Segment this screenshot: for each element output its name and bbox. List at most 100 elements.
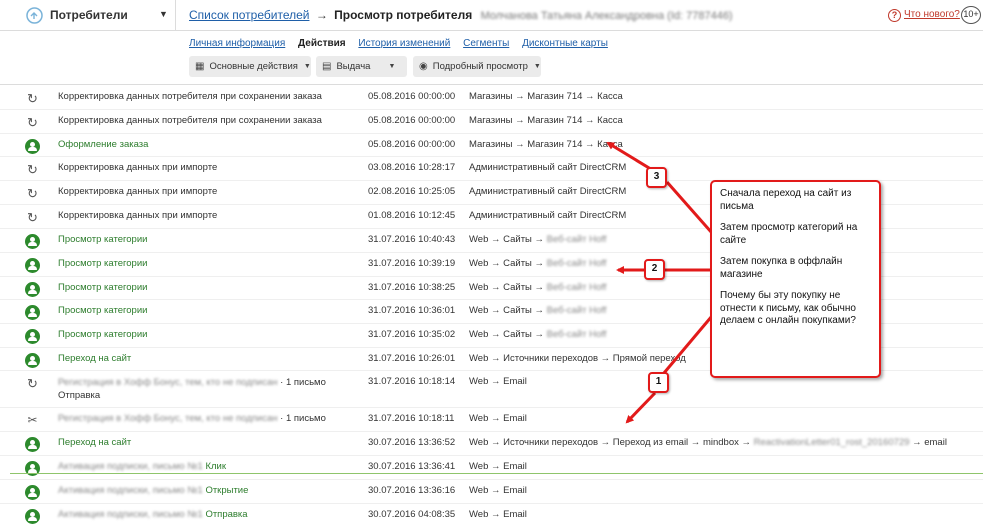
- row-divider: [0, 407, 983, 408]
- table-row[interactable]: ↻ Регистрация в Хофф Бонус, тем, кто не п…: [0, 376, 983, 401]
- action-name: Корректировка данных потребителя при сох…: [58, 91, 322, 102]
- detailed-view-dropdown[interactable]: ◉ Подробный просмотр ▼: [413, 56, 541, 77]
- row-divider: [0, 156, 983, 157]
- action-source: Магазины → Магазин 714 → Касса: [469, 115, 623, 126]
- action-name: Корректировка данных при импорте: [58, 162, 217, 173]
- action-name: Регистрация в Хофф Бонус, тем, кто не по…: [58, 413, 326, 424]
- whats-new-link[interactable]: Что нового?: [904, 9, 960, 20]
- recycle-icon: ↻: [27, 115, 38, 130]
- action-source: Web → Сайты → Веб-сайт Hoff: [469, 282, 607, 293]
- callout-line-1: Сначала переход на сайт из письма: [720, 188, 852, 212]
- action-name[interactable]: Просмотр категории: [58, 258, 147, 269]
- action-source: Web → Email: [469, 485, 527, 496]
- issue-dropdown[interactable]: ▤ Выдача ▼: [316, 56, 407, 77]
- action-name-hidden: Регистрация в Хофф Бонус, тем, кто не по…: [58, 377, 278, 388]
- eye-icon: ◉: [419, 61, 428, 72]
- highlight-divider: [10, 473, 983, 474]
- action-name-text: · 1 письмо: [280, 413, 326, 424]
- action-name[interactable]: Просмотр категории: [58, 282, 147, 293]
- action-name-text: Отправка: [205, 509, 248, 520]
- user-icon: [25, 329, 40, 344]
- callout-line-3: Затем покупка в оффлайн магазине: [720, 256, 843, 280]
- action-name[interactable]: Активация подписки, письмо №1 Клик: [58, 461, 226, 472]
- action-name-text: Корректировка данных при импорте: [58, 186, 218, 197]
- action-date: 31.07.2016 10:18:11: [368, 413, 455, 424]
- annotation-marker-3: 3: [646, 167, 667, 188]
- action-name-text: Просмотр категории: [58, 282, 148, 293]
- action-name-hidden: Активация подписки, письмо №1: [58, 509, 203, 520]
- action-name[interactable]: Просмотр категории: [58, 234, 147, 245]
- action-source: Web → Email: [469, 509, 527, 520]
- action-date: 05.08.2016 00:00:00: [368, 115, 456, 126]
- action-name[interactable]: Просмотр категории: [58, 329, 147, 340]
- help-icon[interactable]: ?: [888, 9, 901, 22]
- recycle-icon: ↻: [27, 186, 38, 201]
- action-name-text: Корректировка данных потребителя при сох…: [58, 91, 322, 102]
- user-icon: [25, 234, 40, 249]
- annotation-marker-2: 2: [644, 259, 665, 280]
- action-name-text: Просмотр категории: [58, 329, 148, 340]
- action-source-hidden: ReactivationLetter01_rost_20160729: [753, 437, 910, 448]
- callout-line-2: Затем просмотр категорий на сайте: [720, 222, 858, 246]
- action-name-text: Оформление заказа: [58, 139, 149, 150]
- action-name[interactable]: Просмотр категории: [58, 305, 147, 316]
- tab-actions[interactable]: Действия: [298, 38, 346, 49]
- action-name-hidden: Активация подписки, письмо №1: [58, 461, 203, 472]
- action-source: Административный сайт DirectCRM: [469, 162, 627, 173]
- notifications-badge[interactable]: 10+: [961, 6, 981, 24]
- action-name[interactable]: Переход на сайт: [58, 437, 131, 448]
- action-name[interactable]: Переход на сайт: [58, 353, 131, 364]
- list-icon: ▤: [322, 61, 332, 72]
- action-date: 31.07.2016 10:40:43: [368, 234, 456, 245]
- tab-discount-cards[interactable]: Дисконтные карты: [522, 38, 608, 49]
- table-row[interactable]: Оформление заказа 05.08.2016 00:00:00 Мага…: [0, 139, 983, 161]
- action-name[interactable]: Активация подписки, письмо №1 Отправка: [58, 509, 248, 520]
- row-divider: [0, 479, 983, 480]
- callout-line-4: Почему бы эту покупку не отнести к письм…: [720, 290, 856, 326]
- action-date: 30.07.2016 13:36:41: [368, 461, 456, 472]
- action-source: Административный сайт DirectCRM: [469, 186, 627, 197]
- user-icon: [25, 139, 40, 154]
- action-source: Web → Email: [469, 376, 527, 387]
- action-date: 31.07.2016 10:18:14: [368, 376, 456, 387]
- tab-personal-info[interactable]: Личная информация: [189, 38, 285, 49]
- action-source: Web → Сайты → Веб-сайт Hoff: [469, 329, 607, 340]
- action-source: Web → Сайты → Веб-сайт Hoff: [469, 234, 607, 245]
- action-source: Web → Email: [469, 461, 527, 472]
- action-date: 03.08.2016 10:28:17: [368, 162, 456, 173]
- action-name-text: Просмотр категории: [58, 305, 148, 316]
- breadcrumb: Список потребителей → Просмотр потребите…: [189, 8, 733, 22]
- chevron-down-icon[interactable]: ▼: [159, 9, 168, 19]
- main-actions-dropdown[interactable]: ▦ Основные действия ▼: [189, 56, 311, 77]
- row-divider: [0, 431, 983, 432]
- app-switcher[interactable]: Потребители ▼: [0, 0, 176, 31]
- action-date: 31.07.2016 10:35:02: [368, 329, 456, 340]
- customer-tabs: Личная информация Действия История измен…: [189, 38, 618, 49]
- tab-segments[interactable]: Сегменты: [463, 38, 509, 49]
- action-source-hidden: Веб-сайт Hoff: [546, 234, 607, 245]
- action-source: Web → Источники переходов → Переход из e…: [469, 437, 947, 448]
- user-icon: [25, 305, 40, 320]
- breadcrumb-customers-link[interactable]: Список потребителей: [189, 8, 309, 22]
- detailed-view-label: Подробный просмотр: [432, 61, 528, 72]
- row-divider: [0, 133, 983, 134]
- action-name-text: Просмотр категории: [58, 258, 148, 269]
- annotation-marker-1: 1: [648, 372, 669, 393]
- action-name[interactable]: Активация подписки, письмо №1 Открытие: [58, 485, 248, 496]
- recycle-icon: ↻: [27, 376, 38, 391]
- chevron-down-icon: ▼: [533, 63, 541, 70]
- action-date: 02.08.2016 10:25:05: [368, 186, 456, 197]
- action-name: Корректировка данных потребителя при сох…: [58, 115, 322, 126]
- main-actions-label: Основные действия: [209, 61, 298, 72]
- action-date: 31.07.2016 10:39:19: [368, 258, 456, 269]
- tab-history[interactable]: История изменений: [358, 38, 450, 49]
- action-name[interactable]: Оформление заказа: [58, 139, 148, 150]
- table-row[interactable]: Активация подписки, письмо №1 Отправка 30…: [0, 509, 983, 525]
- action-source-hidden: Веб-сайт Hoff: [546, 305, 607, 316]
- action-name-text: Корректировка данных при импорте: [58, 162, 218, 173]
- row-divider: [0, 455, 983, 456]
- action-date: 30.07.2016 13:36:16: [368, 485, 456, 496]
- action-date: 31.07.2016 10:38:25: [368, 282, 456, 293]
- annotation-callout: Сначала переход на сайт из письма Затем …: [710, 180, 881, 378]
- breadcrumb-arrow: →: [315, 8, 328, 22]
